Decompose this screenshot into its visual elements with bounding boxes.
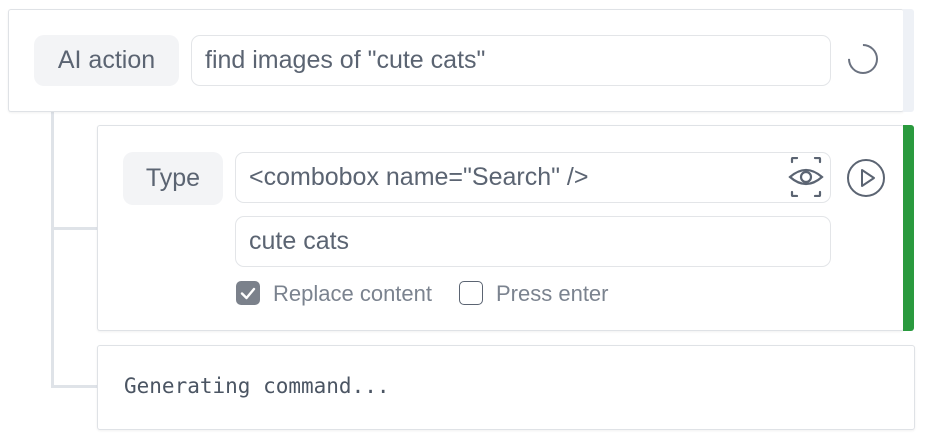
type-step-status-stripe — [903, 125, 914, 331]
ai-action-status-stripe — [903, 9, 914, 112]
tree-connector-to-generating — [51, 385, 97, 388]
tree-connector-vertical — [51, 112, 54, 388]
type-text-input[interactable]: cute cats — [235, 216, 831, 267]
type-step-tag: Type — [123, 152, 223, 205]
step-tree: AI action find images of "cute cats" Typ… — [0, 0, 926, 446]
eye-icon[interactable] — [787, 157, 825, 197]
press-enter-label[interactable]: Press enter — [496, 281, 609, 307]
press-enter-checkbox[interactable] — [459, 281, 483, 305]
ai-action-tag: AI action — [34, 35, 179, 86]
tree-connector-to-type — [51, 227, 97, 230]
replace-content-label[interactable]: Replace content — [273, 281, 432, 307]
replace-content-checkbox[interactable] — [236, 281, 260, 305]
generating-command-text: Generating command... — [124, 374, 390, 398]
checkmark-icon — [240, 287, 256, 300]
play-icon[interactable] — [846, 158, 886, 198]
ai-action-prompt-input[interactable]: find images of "cute cats" — [191, 35, 831, 86]
type-target-selector-input[interactable]: <combobox name="Search" /> — [235, 152, 831, 203]
